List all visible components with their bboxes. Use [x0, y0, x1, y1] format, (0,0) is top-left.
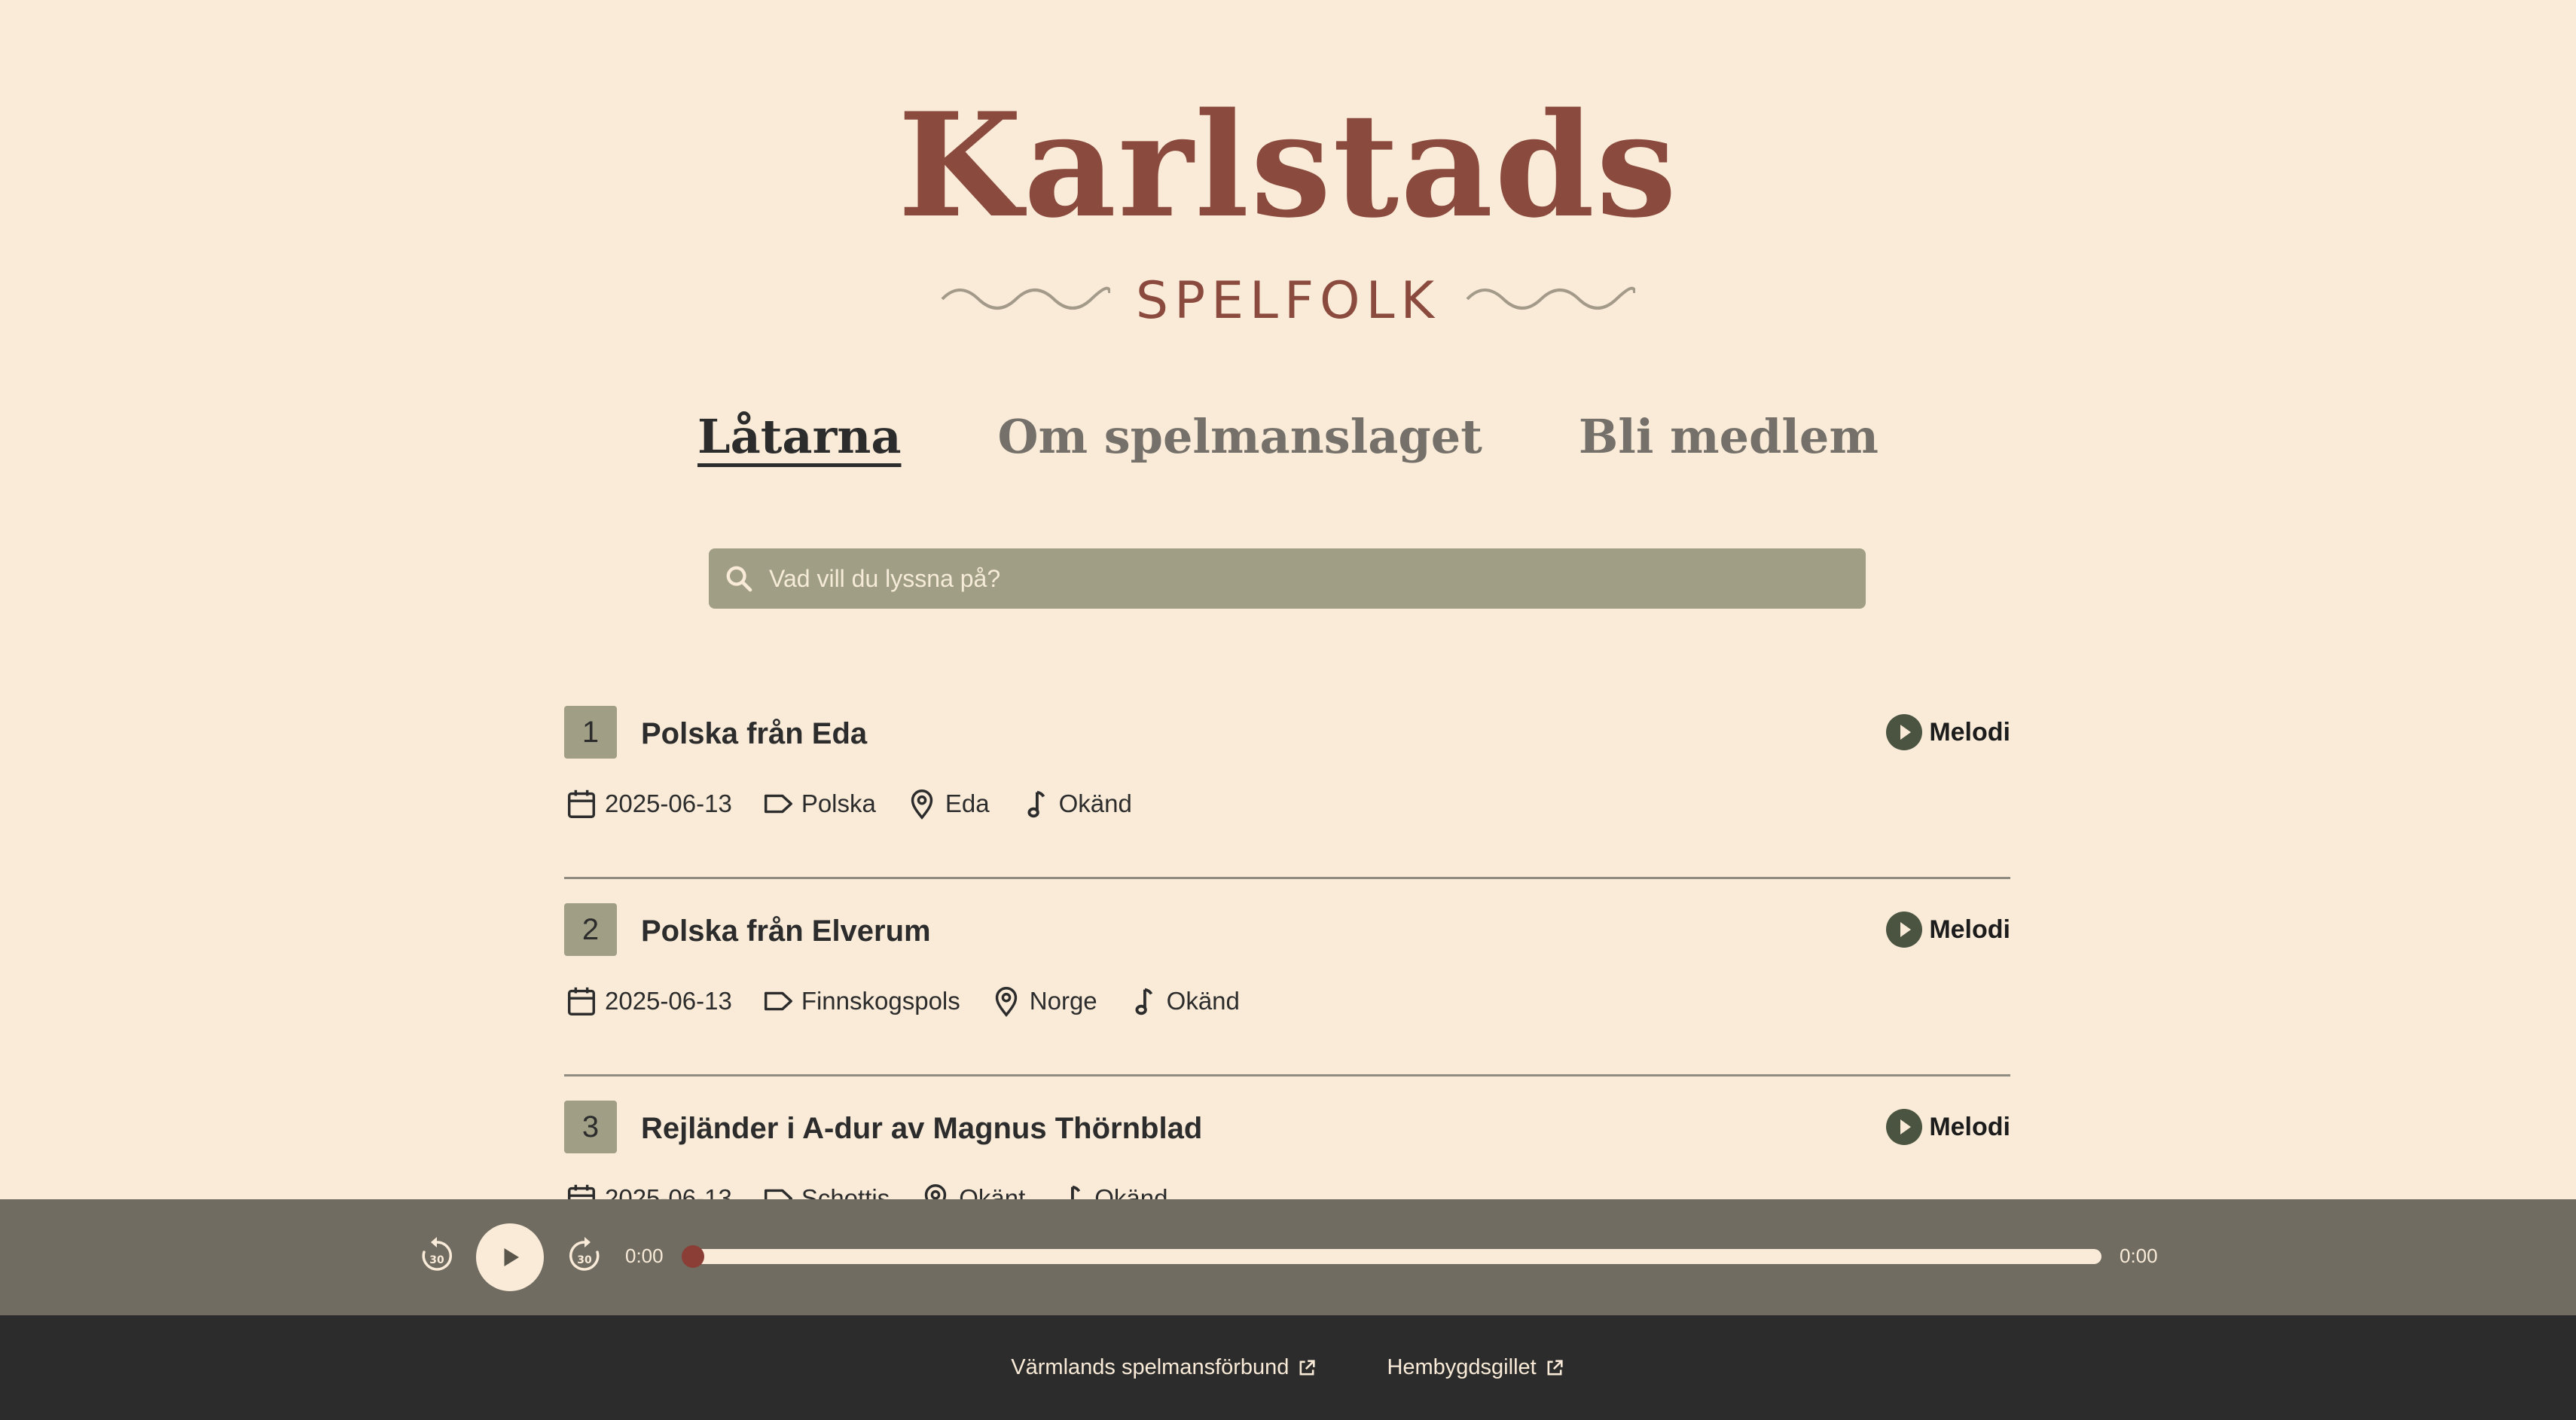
melodi-label: Melodi	[1929, 915, 2010, 944]
progress-slider[interactable]	[682, 1245, 2101, 1268]
song-title[interactable]: Rejländer i A-dur av Magnus Thörnblad	[641, 1102, 1202, 1155]
skip-back-seconds: 30	[429, 1254, 444, 1266]
song-number: 2	[564, 903, 617, 956]
song-title[interactable]: Polska från Elverum	[641, 905, 931, 957]
tag-icon	[764, 794, 792, 814]
song-item[interactable]: 1 Polska från Eda Melodi 2025-06-13 Pols…	[564, 682, 2010, 879]
song-date: 2025-06-13	[605, 789, 732, 817]
song-composer: Okänd	[1058, 789, 1132, 817]
song-number: 1	[564, 706, 617, 759]
footer-link-hembygdsgillet[interactable]: Hembygdsgillet	[1387, 1355, 1564, 1380]
external-link-icon	[1547, 1359, 1563, 1375]
song-meta: 2025-06-13 Polska Eda Okänd	[564, 781, 1161, 826]
song-composer: Okänd	[1166, 987, 1240, 1015]
song-place: Eda	[945, 789, 990, 817]
song-meta: 2025-06-13 Finnskogspols Norge Okänd	[564, 979, 1268, 1024]
calendar-icon	[567, 987, 596, 1015]
song-type: Schottis	[801, 1184, 890, 1199]
site-subtitle-row: SPELFOLK	[0, 264, 2576, 339]
site-title: Karlstads	[897, 81, 1679, 249]
song-meta: 2025-06-13 Schottis Okänt Okänd	[564, 1176, 1196, 1199]
melodi-label: Melodi	[1929, 717, 2010, 747]
page: Karlstads SPELFOLK Låtarna Om spelmansla…	[0, 0, 2576, 1420]
tag-icon	[764, 1189, 792, 1199]
music-note-icon	[1135, 988, 1152, 1015]
skip-forward-seconds: 30	[577, 1254, 592, 1266]
search-icon	[726, 566, 752, 592]
footer-link-label: Värmlands spelmansförbund	[1011, 1355, 1290, 1379]
wave-ornament-left	[941, 286, 1110, 310]
play-button[interactable]	[476, 1223, 544, 1291]
location-pin-icon	[995, 987, 1017, 1017]
calendar-icon	[567, 789, 596, 818]
song-composer: Okänd	[1094, 1184, 1168, 1199]
main-nav: Låtarna Om spelmanslaget Bli medlem	[0, 399, 2576, 475]
play-circle-icon	[1886, 714, 1923, 750]
song-place: Norge	[1029, 987, 1097, 1015]
calendar-icon	[567, 1184, 596, 1199]
melodi-label: Melodi	[1929, 1112, 2010, 1141]
song-type: Polska	[801, 789, 876, 817]
song-date: 2025-06-13	[605, 987, 732, 1015]
song-number: 3	[564, 1101, 617, 1153]
location-pin-icon	[911, 789, 933, 820]
song-place: Okänt	[959, 1184, 1026, 1199]
melodi-play-button[interactable]: Melodi	[1885, 710, 2010, 754]
search-input[interactable]	[769, 548, 1866, 609]
song-date: 2025-06-13	[605, 1184, 732, 1199]
nav-link-latarna[interactable]: Låtarna	[697, 403, 902, 471]
play-icon	[504, 1248, 519, 1266]
music-note-icon	[1071, 1185, 1081, 1199]
tag-icon	[764, 991, 792, 1011]
wave-ornament-right	[1466, 286, 1636, 310]
current-time: 0:00	[625, 1244, 664, 1267]
play-circle-icon	[1886, 912, 1923, 948]
skip-back-30-icon[interactable]: 30	[416, 1235, 458, 1277]
song-type: Finnskogspols	[801, 987, 960, 1015]
song-list: 1 Polska från Eda Melodi 2025-06-13 Pols…	[564, 682, 2010, 1199]
song-item[interactable]: 2 Polska från Elverum Melodi 2025-06-13 …	[564, 879, 2010, 1076]
footer-link-varmlands-spelmansforbund[interactable]: Värmlands spelmansförbund	[1011, 1355, 1317, 1380]
duration: 0:00	[2120, 1244, 2158, 1267]
melodi-play-button[interactable]: Melodi	[1885, 1105, 2010, 1149]
audio-player: 30 30 0:00 0:00	[0, 1199, 2576, 1315]
location-pin-icon	[925, 1184, 947, 1199]
music-note-icon	[1027, 790, 1045, 818]
melodi-play-button[interactable]: Melodi	[1885, 908, 2010, 951]
external-link-icon	[1299, 1359, 1316, 1375]
skip-forward-30-icon[interactable]: 30	[563, 1235, 606, 1277]
song-title[interactable]: Polska från Eda	[641, 707, 867, 760]
footer-link-label: Hembygdsgillet	[1387, 1355, 1537, 1379]
site-subtitle: SPELFOLK	[1135, 271, 1441, 331]
search-bar	[709, 548, 1866, 609]
play-circle-icon	[1886, 1109, 1923, 1145]
nav-link-om-spelmanslaget[interactable]: Om spelmanslaget	[998, 403, 1482, 471]
nav-link-bli-medlem[interactable]: Bli medlem	[1579, 403, 1879, 471]
song-item[interactable]: 3 Rejländer i A-dur av Magnus Thörnblad …	[564, 1076, 2010, 1199]
footer: Värmlands spelmansförbund Hembygdsgillet	[0, 1315, 2576, 1420]
progress-knob[interactable]	[682, 1245, 704, 1268]
